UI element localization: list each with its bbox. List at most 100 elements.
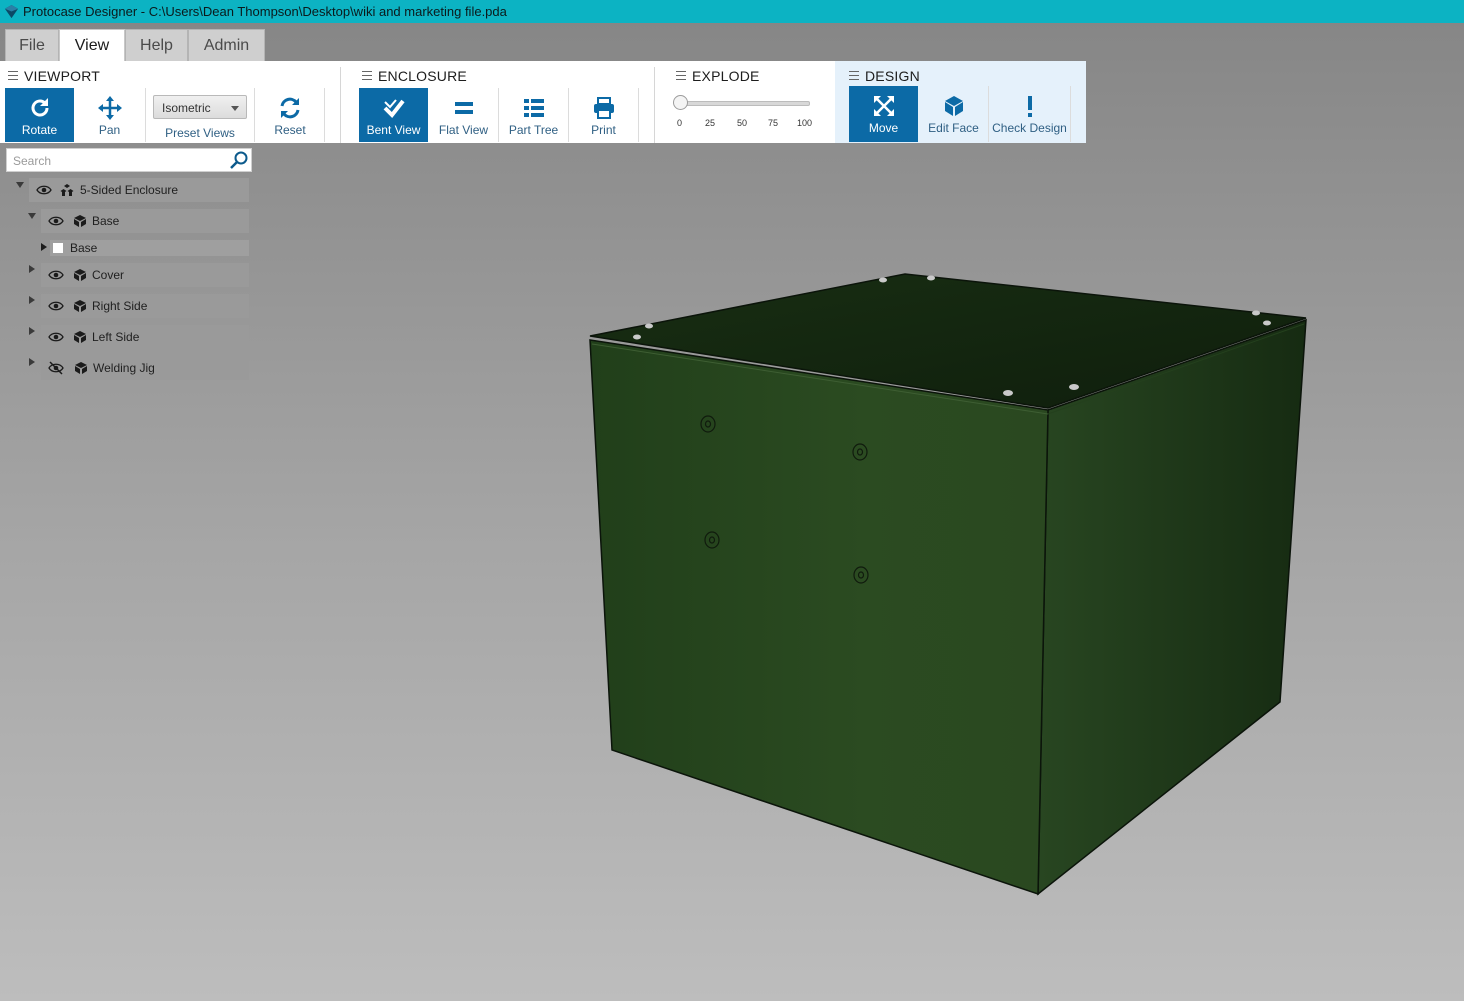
hamburger-icon[interactable] xyxy=(362,71,372,80)
eye-hidden-icon[interactable] xyxy=(48,361,64,375)
screw xyxy=(645,323,653,329)
divider xyxy=(145,88,146,142)
screw xyxy=(1252,310,1260,316)
divider xyxy=(638,88,639,142)
explode-slider-track[interactable] xyxy=(680,101,810,106)
rotate-button[interactable]: Rotate xyxy=(5,88,74,142)
hamburger-icon[interactable] xyxy=(676,71,686,80)
group-divider xyxy=(654,67,655,143)
group-title-enclosure: ENCLOSURE xyxy=(378,68,467,84)
rotate-label: Rotate xyxy=(21,123,58,137)
slider-tick-label: 0 xyxy=(677,118,683,128)
collapse-toggle[interactable] xyxy=(28,213,36,219)
tree-item-label: 5-Sided Enclosure xyxy=(80,183,179,197)
cube-icon xyxy=(74,215,86,227)
tree-item-welding-jig[interactable]: Welding Jig xyxy=(41,356,249,380)
eye-icon[interactable] xyxy=(48,268,64,282)
part-tree-button[interactable]: Part Tree xyxy=(499,88,568,142)
flat-view-label: Flat View xyxy=(438,123,489,137)
group-title-viewport: VIEWPORT xyxy=(24,68,101,84)
reset-label: Reset xyxy=(274,123,306,137)
bent-view-label: Bent View xyxy=(366,123,421,137)
eye-icon[interactable] xyxy=(48,214,64,228)
pan-button[interactable]: Pan xyxy=(75,88,144,142)
preset-views-value: Isometric xyxy=(162,101,211,115)
pan-label: Pan xyxy=(98,123,121,137)
cube-icon xyxy=(944,96,963,116)
check-design-button[interactable]: Check Design xyxy=(989,86,1070,142)
cube-icon xyxy=(75,362,87,374)
tree-item-base[interactable]: Base xyxy=(41,209,249,233)
slider-tick-label: 25 xyxy=(705,118,716,128)
cube-icon xyxy=(74,300,86,312)
expand-toggle[interactable] xyxy=(41,243,47,251)
tree-item-cover[interactable]: Cover xyxy=(41,263,249,287)
search-input[interactable] xyxy=(7,149,235,173)
list-icon xyxy=(523,99,544,117)
tree-item-right-side[interactable]: Right Side xyxy=(41,294,249,318)
group-title-design: DESIGN xyxy=(865,68,920,84)
refresh-icon xyxy=(280,97,300,119)
group-divider xyxy=(340,67,341,143)
tab-help[interactable]: Help xyxy=(125,29,188,61)
tab-view[interactable]: View xyxy=(59,29,125,62)
hamburger-icon[interactable] xyxy=(8,71,18,80)
printer-icon xyxy=(593,97,614,119)
collapse-toggle[interactable] xyxy=(16,182,24,188)
edit-face-label: Edit Face xyxy=(928,121,979,135)
tree-item-label: Right Side xyxy=(92,299,148,313)
eye-icon[interactable] xyxy=(36,183,52,197)
equals-icon xyxy=(454,102,473,114)
bent-view-button[interactable]: Bent View xyxy=(359,88,428,142)
tree-item-base-child[interactable]: Base xyxy=(50,240,249,256)
reset-button[interactable]: Reset xyxy=(256,88,324,142)
edit-face-button[interactable]: Edit Face xyxy=(919,86,988,142)
move-button[interactable]: Move xyxy=(849,86,918,142)
chevron-down-icon xyxy=(231,106,239,111)
expand-toggle[interactable] xyxy=(29,358,35,366)
checkbox[interactable] xyxy=(53,243,63,253)
expand-toggle[interactable] xyxy=(29,296,35,304)
slider-tick-label: 75 xyxy=(768,118,779,128)
tree-item-label: Welding Jig xyxy=(93,361,155,375)
eye-icon[interactable] xyxy=(48,299,64,313)
hamburger-icon[interactable] xyxy=(849,71,859,80)
exclamation-icon xyxy=(1027,96,1032,117)
divider xyxy=(324,88,325,142)
screw xyxy=(1263,320,1271,326)
divider xyxy=(1070,86,1071,142)
ribbon: VIEWPORT Rotate Pan Isometric Preset Vie… xyxy=(0,61,1086,143)
tree-item-5-sided-enclosure[interactable]: 5-Sided Enclosure xyxy=(29,178,249,202)
divider xyxy=(254,88,255,142)
tree-item-label: Base xyxy=(92,214,120,228)
right-panel xyxy=(1037,318,1307,896)
explode-slider-thumb[interactable] xyxy=(673,95,688,110)
tree-item-label: Cover xyxy=(92,268,125,282)
print-label: Print xyxy=(591,123,616,137)
search-icon[interactable] xyxy=(229,150,249,170)
preset-views-dropdown[interactable]: Isometric xyxy=(153,95,247,119)
check-design-label: Check Design xyxy=(992,121,1067,135)
print-button[interactable]: Print xyxy=(569,88,638,142)
expand-toggle[interactable] xyxy=(29,265,35,273)
flat-view-button[interactable]: Flat View xyxy=(429,88,498,142)
checkmark-icon xyxy=(383,99,405,119)
screw xyxy=(1003,390,1013,396)
enclosure-3d-model[interactable] xyxy=(560,250,1340,920)
part-tree-label: Part Tree xyxy=(508,123,559,137)
slider-tick-label: 100 xyxy=(797,118,813,128)
tree-item-left-side[interactable]: Left Side xyxy=(41,325,249,349)
tree-item-label: Left Side xyxy=(92,330,140,344)
window-title: Protocase Designer - C:\Users\Dean Thomp… xyxy=(23,4,507,19)
tab-admin[interactable]: Admin xyxy=(188,29,265,61)
title-bar: Protocase Designer - C:\Users\Dean Thomp… xyxy=(0,0,1464,23)
eye-icon[interactable] xyxy=(48,330,64,344)
screw xyxy=(633,334,641,340)
expand-toggle[interactable] xyxy=(29,327,35,335)
rotate-icon xyxy=(31,98,48,117)
screw xyxy=(927,275,935,281)
slider-tick-label: 50 xyxy=(737,118,748,128)
tab-file[interactable]: File xyxy=(5,29,59,61)
move-label: Move xyxy=(868,121,899,135)
cube-icon xyxy=(74,269,86,281)
